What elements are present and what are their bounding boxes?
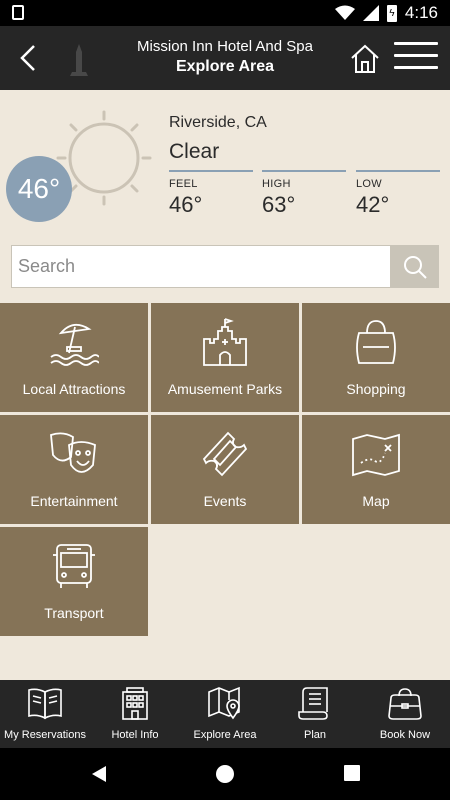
app-header: Mission Inn Hotel And Spa Explore Area	[0, 26, 450, 90]
ticket-icon	[202, 431, 248, 477]
back-arrow-icon[interactable]	[14, 40, 46, 76]
nav-explore-area[interactable]: Explore Area	[180, 680, 270, 748]
tile-events[interactable]: Events	[151, 415, 299, 524]
high-stat: HIGH 63°	[262, 170, 346, 218]
tile-label: Events	[203, 493, 247, 509]
weather-panel: 46° Riverside, CA Clear FEEL 46° HIGH 63…	[0, 90, 450, 240]
nav-label: Book Now	[379, 729, 431, 741]
castle-icon	[203, 318, 247, 366]
system-recents-icon[interactable]	[343, 764, 361, 782]
high-value: 63°	[262, 192, 296, 217]
building-icon	[122, 687, 148, 720]
tile-transport[interactable]: Transport	[0, 527, 148, 636]
sd-card-icon	[12, 5, 24, 20]
home-icon[interactable]	[350, 44, 380, 74]
tile-local-attractions[interactable]: Local Attractions	[0, 303, 148, 412]
status-bar: ϟ 4:16	[0, 0, 450, 26]
nav-hotel-info[interactable]: Hotel Info	[90, 680, 180, 748]
search-bar	[11, 245, 439, 288]
system-nav-bar	[0, 748, 450, 800]
weather-location: Riverside, CA	[169, 114, 267, 131]
nav-my-reservations[interactable]: My Reservations	[0, 680, 90, 748]
search-icon	[404, 255, 427, 279]
page-title: Explore Area	[175, 58, 275, 75]
bus-icon	[53, 544, 95, 588]
low-stat: LOW 42°	[356, 170, 440, 218]
tile-amusement-parks[interactable]: Amusement Parks	[151, 303, 299, 412]
bottom-nav: My Reservations Hotel Info Explore Area …	[0, 680, 450, 748]
beach-umbrella-icon	[50, 323, 99, 366]
tile-map[interactable]: Map	[302, 415, 450, 524]
high-label: HIGH	[262, 178, 291, 190]
tile-label: Shopping	[346, 381, 406, 397]
feel-label: FEEL	[169, 178, 198, 190]
hamburger-menu-icon[interactable]	[394, 42, 438, 74]
nav-book-now[interactable]: Book Now	[360, 680, 450, 748]
map-pin-icon	[208, 686, 240, 720]
feel-stat: FEEL 46°	[169, 170, 253, 218]
shopping-bag-icon	[356, 320, 396, 364]
theater-mask-icon	[50, 432, 96, 473]
status-time: 4:16	[404, 3, 438, 22]
scroll-icon	[298, 687, 328, 720]
suitcase-icon	[388, 688, 422, 720]
tile-label: Entertainment	[30, 493, 118, 509]
battery-icon: ϟ	[386, 4, 397, 22]
low-value: 42°	[356, 192, 390, 217]
tile-shopping[interactable]: Shopping	[302, 303, 450, 412]
hotel-name: Mission Inn Hotel And Spa	[137, 38, 313, 55]
hotel-logo-icon	[70, 44, 88, 76]
low-label: LOW	[356, 178, 382, 190]
nav-label: Plan	[303, 729, 327, 741]
signal-icon	[362, 5, 379, 21]
system-home-icon[interactable]	[215, 764, 235, 784]
nav-label: Hotel Info	[111, 729, 159, 741]
nav-plan[interactable]: Plan	[270, 680, 360, 748]
tile-label: Local Attractions	[22, 381, 126, 397]
weather-condition: Clear	[169, 140, 220, 163]
search-button[interactable]	[391, 245, 439, 288]
tile-entertainment[interactable]: Entertainment	[0, 415, 148, 524]
book-icon	[28, 688, 62, 720]
tile-label: Map	[362, 493, 390, 509]
feel-value: 46°	[169, 192, 203, 217]
wifi-icon	[334, 5, 355, 20]
current-temperature: 46°	[6, 156, 72, 222]
tile-label: Transport	[44, 605, 104, 621]
system-back-icon[interactable]	[90, 764, 108, 784]
tile-label: Amusement Parks	[167, 381, 283, 397]
nav-label: My Reservations	[4, 729, 86, 741]
treasure-map-icon	[352, 433, 400, 477]
nav-label: Explore Area	[193, 729, 257, 741]
search-input[interactable]	[11, 245, 391, 288]
